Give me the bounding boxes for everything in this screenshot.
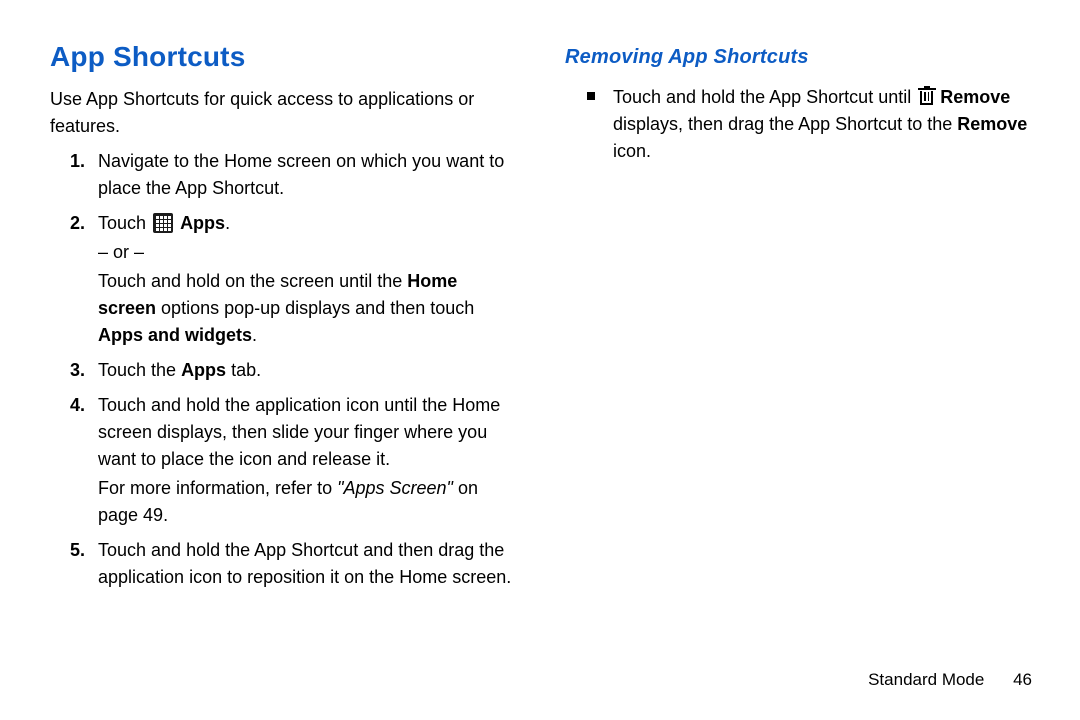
step-4-text: Touch and hold the application icon unti… <box>98 395 500 469</box>
step-1-text: Navigate to the Home screen on which you… <box>98 151 504 198</box>
bullet-remove-a: Touch and hold the App Shortcut until <box>613 87 916 107</box>
left-column: App Shortcuts Use App Shortcuts for quic… <box>50 36 545 700</box>
step-4-ref-italic: "Apps Screen" <box>337 478 453 498</box>
manual-page: App Shortcuts Use App Shortcuts for quic… <box>0 0 1080 720</box>
step-4-ref-a: For more information, refer to <box>98 478 337 498</box>
step-2-alt-bold2: Apps and widgets <box>98 325 252 345</box>
intro-paragraph: Use App Shortcuts for quick access to ap… <box>50 86 515 140</box>
bullet-list: Touch and hold the App Shortcut until Re… <box>565 84 1030 165</box>
step-2-alt: Touch and hold on the screen until the H… <box>98 268 515 349</box>
step-2-label: Apps <box>180 213 225 233</box>
footer-section: Standard Mode <box>868 670 984 689</box>
right-column: Removing App Shortcuts Touch and hold th… <box>545 36 1040 700</box>
step-3-bold: Apps <box>181 360 226 380</box>
bullet-remove-b: displays, then drag the App Shortcut to … <box>613 114 957 134</box>
step-2-alt-a: Touch and hold on the screen until the <box>98 271 407 291</box>
bullet-remove-c: icon. <box>613 141 651 161</box>
bullet-remove-bold2: Remove <box>957 114 1027 134</box>
bullet-remove: Touch and hold the App Shortcut until Re… <box>613 84 1030 165</box>
step-3-b: tab. <box>226 360 261 380</box>
steps-list: Navigate to the Home screen on which you… <box>50 148 515 591</box>
step-4-ref: For more information, refer to "Apps Scr… <box>98 475 515 529</box>
sub-title: Removing App Shortcuts <box>565 42 1030 72</box>
step-5-text: Touch and hold the App Shortcut and then… <box>98 540 511 587</box>
trash-icon <box>918 86 936 106</box>
apps-icon <box>153 213 173 233</box>
step-2: Touch Apps. – or – Touch and hold on the… <box>98 210 515 349</box>
step-3-a: Touch the <box>98 360 181 380</box>
step-2-alt-c: . <box>252 325 257 345</box>
step-2-post: . <box>225 213 230 233</box>
page-footer: Standard Mode 46 <box>868 667 1032 693</box>
step-3: Touch the Apps tab. <box>98 357 515 384</box>
step-2-pre: Touch <box>98 213 151 233</box>
step-2-alt-b: options pop-up displays and then touch <box>156 298 474 318</box>
section-title: App Shortcuts <box>50 36 515 78</box>
footer-page-number: 46 <box>1013 667 1032 693</box>
step-2-or: – or – <box>98 239 515 266</box>
bullet-remove-bold1: Remove <box>940 87 1010 107</box>
step-4: Touch and hold the application icon unti… <box>98 392 515 529</box>
step-5: Touch and hold the App Shortcut and then… <box>98 537 515 591</box>
step-1: Navigate to the Home screen on which you… <box>98 148 515 202</box>
